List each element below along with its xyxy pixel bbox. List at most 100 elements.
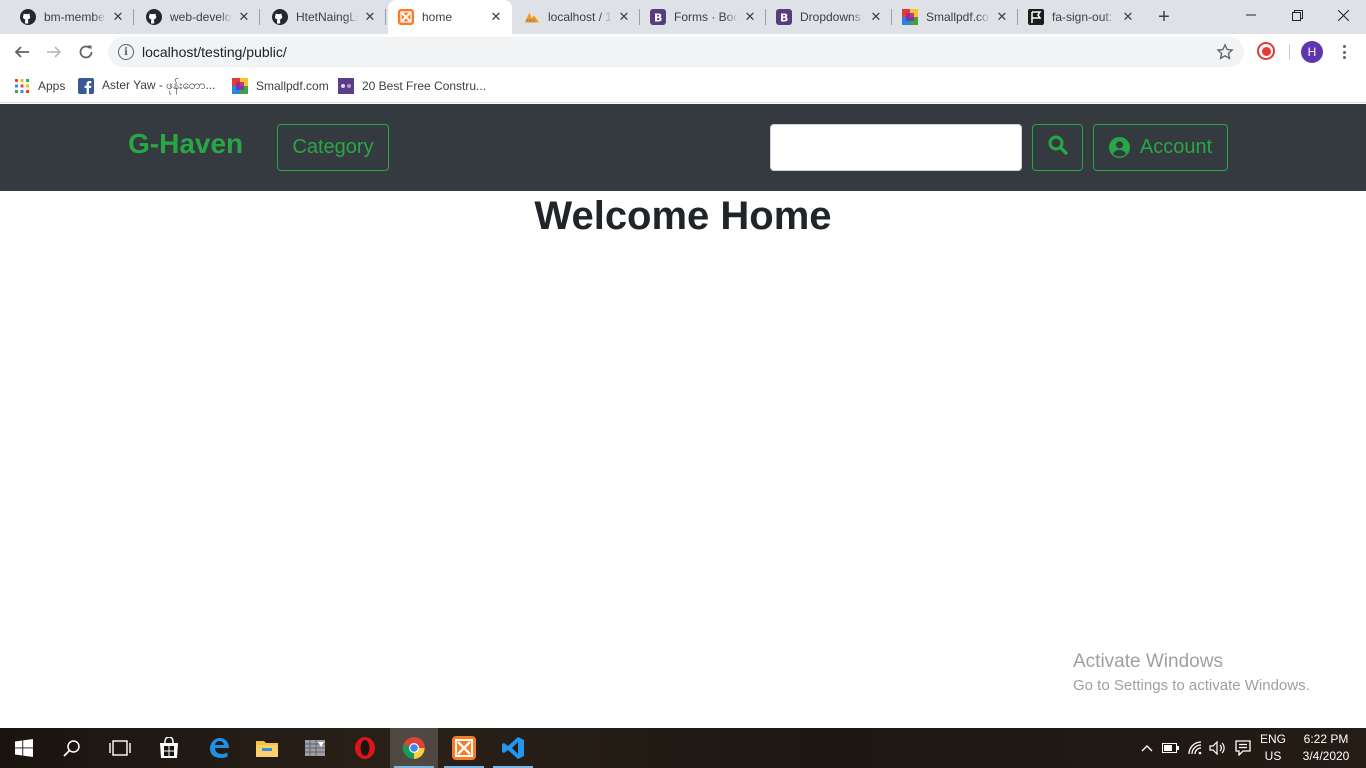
language-indicator[interactable]: ENG US (1256, 731, 1290, 765)
search-button[interactable] (1032, 124, 1083, 171)
clock-date: 3/4/2020 (1302, 749, 1350, 763)
tab-title: HtetNaingLi (296, 10, 358, 24)
battery-icon[interactable] (1160, 728, 1182, 768)
bookmark-colorlib[interactable]: 20 Best Free Constru... (338, 77, 486, 95)
tab-home[interactable]: home ✕ (388, 0, 512, 34)
bookmarks-bar: Apps Aster Yaw - ဖုန်းတော... Smallpdf.co… (0, 70, 1366, 103)
restore-button[interactable] (1274, 0, 1320, 30)
close-icon[interactable]: ✕ (994, 9, 1010, 25)
tab-bm-member[interactable]: bm-member ✕ (0, 0, 134, 34)
category-button[interactable]: Category (277, 124, 389, 171)
chrome-icon[interactable] (390, 728, 438, 768)
forward-button[interactable] (40, 38, 68, 66)
tab-title: Dropdowns · (800, 10, 864, 24)
tab-title: web-develop (170, 10, 232, 24)
record-extension-icon[interactable] (1257, 42, 1275, 60)
search-icon (1048, 135, 1068, 161)
bootstrap-icon: B (650, 9, 666, 25)
info-icon[interactable]: i (118, 44, 134, 60)
github-icon (272, 9, 288, 25)
facebook-icon (78, 78, 94, 94)
tab-smallpdf[interactable]: Smallpdf.com ✕ (892, 0, 1018, 34)
action-center-icon[interactable] (1232, 728, 1254, 768)
page-title: Welcome Home (534, 194, 832, 238)
bookmark-label: Aster Yaw - ဖုန်းတော... (102, 78, 216, 92)
close-window-button[interactable] (1320, 0, 1366, 30)
account-button[interactable]: Account (1093, 124, 1228, 171)
close-icon[interactable]: ✕ (110, 9, 126, 25)
file-explorer-icon[interactable] (243, 728, 291, 768)
svg-text:B: B (654, 12, 662, 25)
address-bar[interactable]: i localhost/testing/public/ (108, 37, 1244, 67)
tab-bootstrap-dropdowns[interactable]: B Dropdowns · ✕ (766, 0, 892, 34)
back-button[interactable] (8, 38, 36, 66)
minimize-button[interactable] (1228, 0, 1274, 30)
profile-avatar[interactable]: H (1301, 41, 1323, 63)
user-circle-icon (1108, 137, 1130, 158)
clock-time: 6:22 PM (1303, 732, 1349, 746)
system-clock[interactable]: 6:22 PM 3/4/2020 (1296, 731, 1356, 765)
fontawesome-flag-icon (1028, 9, 1044, 25)
vscode-icon[interactable] (489, 728, 537, 768)
volume-icon[interactable] (1207, 728, 1229, 768)
watermark-title: Activate Windows (1073, 651, 1223, 672)
tab-htetnaing[interactable]: HtetNaingLi ✕ (260, 0, 386, 34)
tab-fontawesome[interactable]: fa-sign-out: ✕ (1018, 0, 1144, 34)
language-code: ENG (1259, 732, 1286, 746)
sql-icon[interactable] (291, 728, 339, 768)
svg-text:B: B (780, 12, 788, 25)
close-icon[interactable]: ✕ (616, 9, 632, 25)
bookmark-label: 20 Best Free Constru... (362, 79, 487, 93)
apps-grid-icon (14, 78, 30, 94)
close-icon[interactable]: ✕ (742, 9, 758, 25)
tab-title: localhost / 12 (548, 10, 612, 24)
opera-icon[interactable] (341, 728, 389, 768)
tab-title: Forms · Boot (674, 10, 738, 24)
tab-bootstrap-forms[interactable]: B Forms · Boot ✕ (640, 0, 766, 34)
close-icon[interactable]: ✕ (362, 9, 378, 25)
bookmark-label: Apps (38, 79, 66, 93)
menu-icon[interactable] (1336, 43, 1352, 61)
bookmark-facebook[interactable]: Aster Yaw - ဖုန်းတော... (78, 77, 216, 95)
category-label: Category (292, 136, 374, 158)
tab-phpmyadmin[interactable]: PMA localhost / 12 ✕ (514, 0, 640, 34)
language-region: US (1264, 749, 1282, 763)
url-text: localhost/testing/public/ (142, 44, 287, 60)
search-input[interactable] (770, 124, 1022, 171)
wifi-icon[interactable] (1185, 728, 1207, 768)
close-icon[interactable]: ✕ (236, 9, 252, 25)
watermark-subtitle: Go to Settings to activate Windows. (1073, 677, 1310, 694)
tab-strip: bm-member ✕ web-develop ✕ HtetNaingLi ✕ … (0, 0, 1366, 34)
bookmark-smallpdf[interactable]: Smallpdf.com (232, 77, 329, 95)
github-icon (146, 9, 162, 25)
new-tab-button[interactable]: + (1152, 6, 1176, 28)
xampp-icon (398, 9, 414, 25)
tab-title: home (422, 10, 453, 24)
site-navbar: G-Haven Category Account (0, 104, 1366, 191)
tab-title: fa-sign-out: (1052, 10, 1113, 24)
bookmark-label: Smallpdf.com (256, 79, 329, 93)
github-icon (20, 9, 36, 25)
store-icon[interactable] (145, 728, 193, 768)
colorlib-icon (338, 78, 354, 94)
edge-icon[interactable] (195, 728, 243, 768)
search-icon[interactable] (48, 728, 96, 768)
close-icon[interactable]: ✕ (868, 9, 884, 25)
close-icon[interactable]: ✕ (488, 9, 504, 25)
smallpdf-icon (902, 9, 918, 25)
start-icon[interactable] (0, 728, 48, 768)
task-view-icon[interactable] (96, 728, 144, 768)
svg-text:PMA: PMA (526, 18, 536, 24)
bookmark-apps[interactable]: Apps (14, 77, 65, 95)
chevron-up-icon[interactable] (1138, 728, 1156, 768)
star-icon[interactable] (1216, 43, 1234, 66)
reload-button[interactable] (72, 38, 100, 66)
account-label: Account (1139, 136, 1213, 158)
site-brand[interactable]: G-Haven (128, 128, 243, 160)
tab-web-develop[interactable]: web-develop ✕ (134, 0, 260, 34)
tab-title: Smallpdf.com (926, 10, 990, 24)
tab-title: bm-member (44, 10, 106, 24)
xampp-icon[interactable] (440, 728, 488, 768)
browser-toolbar: i localhost/testing/public/ (0, 34, 1366, 70)
close-icon[interactable]: ✕ (1120, 9, 1136, 25)
